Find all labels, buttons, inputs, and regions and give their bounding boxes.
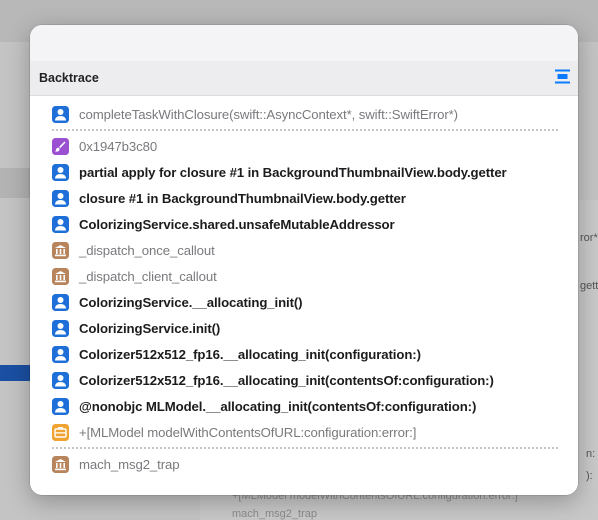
background-text: getter	[580, 280, 598, 292]
user-code-icon	[52, 105, 69, 123]
stack-frame-label: completeTaskWithClosure(swift::AsyncCont…	[79, 106, 458, 122]
stack-frame-label: @nonobjc MLModel.__allocating_init(conte…	[79, 398, 477, 414]
stack-frame-label: ColorizingService.init()	[79, 320, 221, 336]
stack-frame-row[interactable]: @nonobjc MLModel.__allocating_init(conte…	[30, 393, 578, 419]
background-text: ror*)	[580, 232, 598, 244]
backtrace-section-header: Backtrace	[30, 61, 578, 96]
stack-frame-row[interactable]: closure #1 in BackgroundThumbnailView.bo…	[30, 185, 578, 211]
brush-icon	[52, 137, 69, 155]
stack-frame-row[interactable]: partial apply for closure #1 in Backgrou…	[30, 159, 578, 185]
stack-frame-label: Colorizer512x512_fp16.__allocating_init(…	[79, 372, 494, 388]
stack-frame-label: +[MLModel modelWithContentsOfURL:configu…	[79, 424, 417, 440]
stack-frame-row[interactable]: 0x1947b3c80	[30, 133, 578, 159]
stack-frame-row[interactable]: Colorizer512x512_fp16.__allocating_init(…	[30, 341, 578, 367]
stack-frame-label: mach_msg2_trap	[79, 456, 180, 472]
frame-separator	[52, 129, 558, 131]
stack-frame-label: _dispatch_client_callout	[79, 268, 217, 284]
user-code-icon	[52, 319, 69, 337]
stack-frame-label: ColorizingService.shared.unsafeMutableAd…	[79, 216, 395, 232]
stack-frame-row[interactable]: mach_msg2_trap	[30, 451, 578, 477]
stack-frame-label: closure #1 in BackgroundThumbnailView.bo…	[79, 190, 406, 206]
stack-frame-row[interactable]: ColorizingService.shared.unsafeMutableAd…	[30, 211, 578, 237]
user-code-icon	[52, 345, 69, 363]
stack-frame-row[interactable]: Colorizer512x512_fp16.__allocating_init(…	[30, 367, 578, 393]
stack-frame-row[interactable]: completeTaskWithClosure(swift::AsyncCont…	[30, 101, 578, 127]
stack-frame-row[interactable]: ColorizingService.init()	[30, 315, 578, 341]
library-icon	[52, 267, 69, 285]
user-code-icon	[52, 189, 69, 207]
stack-frame-row[interactable]: _dispatch_once_callout	[30, 237, 578, 263]
backtrace-frame-list: completeTaskWithClosure(swift::AsyncCont…	[30, 101, 578, 477]
library-icon	[52, 241, 69, 259]
section-title: Backtrace	[39, 71, 99, 85]
objc-framework-icon	[52, 423, 69, 441]
stack-frame-row[interactable]: +[MLModel modelWithContentsOfURL:configu…	[30, 419, 578, 445]
frame-separator	[52, 447, 558, 449]
popover-header	[30, 25, 578, 61]
stack-frame-label: partial apply for closure #1 in Backgrou…	[79, 164, 507, 180]
user-code-icon	[52, 163, 69, 181]
user-code-icon	[52, 397, 69, 415]
collapse-icon[interactable]	[554, 68, 571, 85]
stack-frame-label: 0x1947b3c80	[79, 138, 158, 154]
stack-frame-row[interactable]: _dispatch_client_callout	[30, 263, 578, 289]
background-text: n:	[586, 448, 596, 460]
background-text: ):	[586, 470, 593, 482]
user-code-icon	[52, 215, 69, 233]
stack-frame-row[interactable]: ColorizingService.__allocating_init()	[30, 289, 578, 315]
library-icon	[52, 455, 69, 473]
background-frame-text: mach_msg2_trap	[232, 508, 317, 520]
user-code-icon	[52, 293, 69, 311]
stack-frame-label: Colorizer512x512_fp16.__allocating_init(…	[79, 346, 421, 362]
stack-frame-label: ColorizingService.__allocating_init()	[79, 294, 303, 310]
user-code-icon	[52, 371, 69, 389]
background-selected-row	[0, 365, 32, 381]
backtrace-popover: Backtrace completeTaskWithClosure(swift:…	[30, 25, 578, 495]
stack-frame-label: _dispatch_once_callout	[79, 242, 215, 258]
